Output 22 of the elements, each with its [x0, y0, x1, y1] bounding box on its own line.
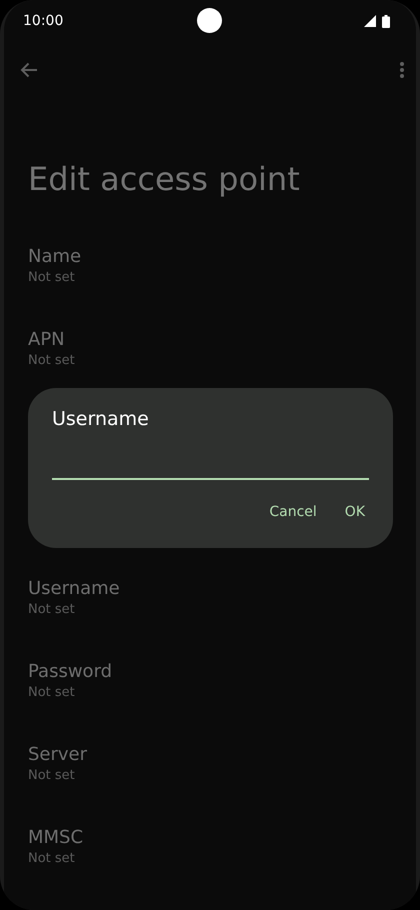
- battery-icon: [382, 14, 390, 28]
- dialog-button[interactable]: Cancel: [259, 498, 327, 526]
- setting-summary: Not set: [28, 851, 76, 866]
- setting-title: MMSC: [28, 827, 84, 848]
- signal-icon: [364, 15, 376, 27]
- setting-title: Server: [28, 744, 88, 765]
- dialog-button[interactable]: OK: [334, 498, 375, 526]
- setting-title: APN: [28, 329, 66, 350]
- setting-summary: Not set: [28, 353, 76, 368]
- setting-title: Name: [28, 246, 82, 267]
- setting-title: Username: [28, 578, 121, 599]
- dialog-title: Username: [52, 408, 150, 430]
- camera-cutout: [197, 8, 222, 33]
- setting-summary: Not set: [28, 602, 76, 617]
- back-icon[interactable]: [20, 62, 38, 78]
- setting-summary: Not set: [28, 270, 76, 285]
- setting-title: Password: [28, 661, 114, 682]
- setting-summary: Not set: [28, 685, 76, 700]
- page-title: Edit access point: [28, 160, 301, 198]
- status-time: 10:00: [23, 13, 64, 29]
- more-options-icon[interactable]: [400, 62, 404, 78]
- setting-summary: Not set: [28, 768, 76, 783]
